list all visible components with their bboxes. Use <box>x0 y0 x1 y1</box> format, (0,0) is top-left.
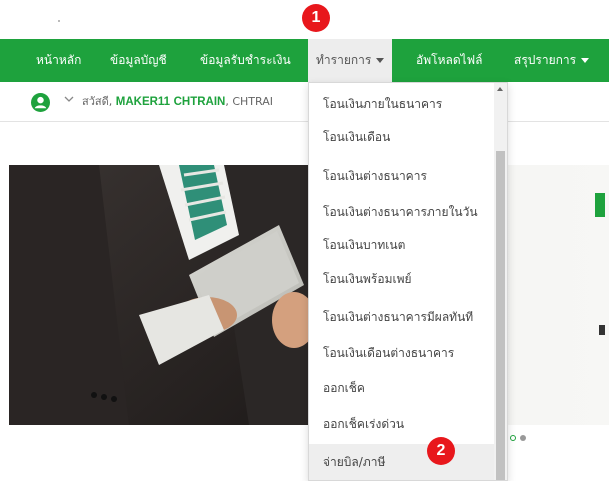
banner-accent-mark <box>595 193 605 217</box>
decorative-dot <box>58 20 60 22</box>
menu-item-issue-cheque[interactable]: ออกเช็ค <box>309 372 495 404</box>
banner-text-fragment <box>599 325 605 335</box>
nav-item-account-info[interactable]: ข้อมูลบัญชี <box>110 39 167 82</box>
carousel-dot[interactable] <box>520 435 526 441</box>
menu-item-interbank-salary[interactable]: โอนเงินเดือนต่างธนาคาร <box>309 337 495 369</box>
user-circle-icon[interactable] <box>31 93 50 112</box>
menu-item-bahtnet[interactable]: โอนเงินบาทเนต <box>309 229 495 261</box>
user-name-first: MAKER11 <box>115 96 171 108</box>
greeting-label: สวัสดี, <box>82 95 113 108</box>
nav-item-summary-label: สรุปรายการ <box>514 53 577 67</box>
step-marker-1: 1 <box>302 4 330 32</box>
dropdown-scrollbar[interactable] <box>494 83 507 480</box>
menu-item-internal-transfer[interactable]: โอนเงินภายในธนาคาร <box>309 88 495 120</box>
nav-item-summary[interactable]: สรุปรายการ <box>514 39 590 82</box>
menu-item-salary-transfer[interactable]: โอนเงินเดือน <box>309 121 495 153</box>
caret-down-icon <box>581 58 590 63</box>
scrollbar-thumb[interactable] <box>496 151 505 480</box>
step-marker-2: 2 <box>427 437 455 465</box>
banner-photo-businessman <box>9 165 309 425</box>
nav-item-home[interactable]: หน้าหลัก <box>36 39 81 82</box>
name-separator: , <box>225 95 229 108</box>
nav-item-upload-file[interactable]: อัพโหลดไฟล์ <box>416 39 483 82</box>
page: 1 หน้าหลัก ข้อมูลบัญชี ข้อมูลรับชำระเงิน… <box>0 0 609 481</box>
menu-item-urgent-cheque[interactable]: ออกเช็คเร่งด่วน <box>309 408 495 440</box>
nav-item-payment-info[interactable]: ข้อมูลรับชำระเงิน <box>200 39 291 82</box>
nav-item-transactions-label: ทำรายการ <box>316 53 372 67</box>
menu-item-interbank-immediate[interactable]: โอนเงินต่างธนาคารมีผลทันที <box>309 301 495 333</box>
menu-item-promptpay[interactable]: โอนเงินพร้อมเพย์ <box>309 263 495 295</box>
caret-down-icon <box>376 58 385 63</box>
user-bar: สวัสดี, MAKER11 CHTRAIN, CHTRAI <box>0 82 609 122</box>
chevron-down-icon[interactable] <box>64 94 74 104</box>
user-name-third: CHTRAI <box>232 95 273 108</box>
nav-item-transactions[interactable]: ทำรายการ <box>308 39 393 82</box>
carousel-dot-active[interactable] <box>510 435 516 441</box>
scroll-up-arrow-icon[interactable] <box>497 87 503 91</box>
main-navbar: หน้าหลัก ข้อมูลบัญชี ข้อมูลรับชำระเงิน ท… <box>0 39 609 82</box>
menu-item-bill-tax-payment[interactable]: จ่ายบิล/ภาษี <box>309 444 495 480</box>
menu-item-interbank-same-day[interactable]: โอนเงินต่างธนาคารภายในวัน <box>309 196 495 228</box>
greeting-text: สวัสดี, MAKER11 CHTRAIN, CHTRAI <box>82 82 273 122</box>
user-name-second: CHTRAIN <box>173 96 226 108</box>
transactions-dropdown-menu: โอนเงินภายในธนาคาร โอนเงินเดือน โอนเงินต… <box>308 82 508 481</box>
menu-item-interbank-transfer[interactable]: โอนเงินต่างธนาคาร <box>309 160 495 192</box>
